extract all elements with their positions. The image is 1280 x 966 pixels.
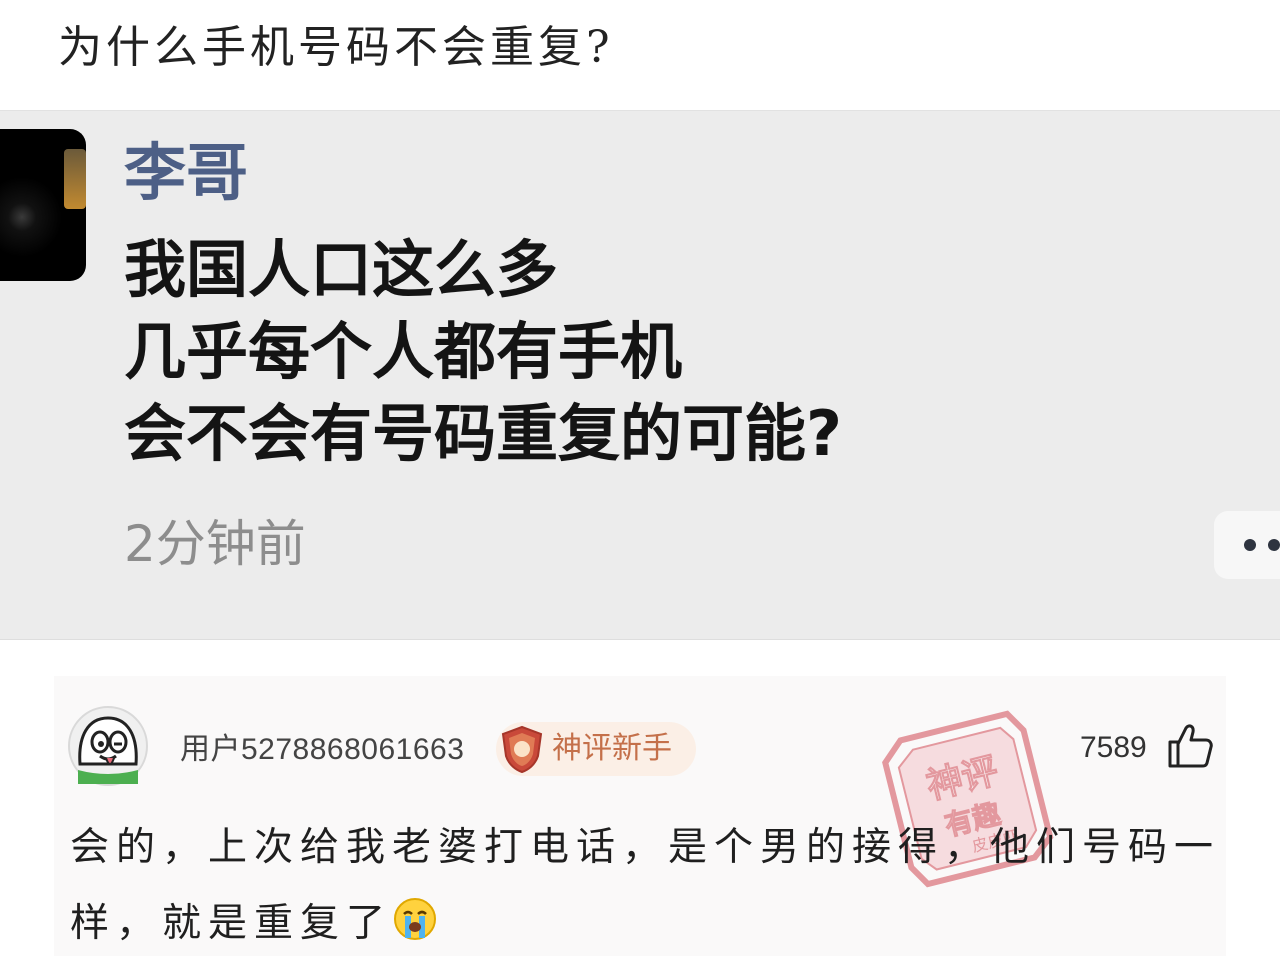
username-text: 用户5278868061663 (180, 733, 465, 766)
like-count: 7589 (1080, 731, 1147, 764)
crying-face-icon (394, 898, 437, 940)
post-line: 几乎每个人都有手机 (124, 315, 683, 388)
post-timestamp: 2分钟前 (124, 515, 306, 573)
post-screenshot-card: 李哥 我国人口这么多 几乎每个人都有手机 会不会有号码重复的可能? 2分钟前 (0, 110, 1280, 640)
avatar-glow (64, 149, 86, 209)
more-options-button[interactable] (1214, 511, 1280, 579)
comment-body: 会的，上次给我老婆打电话，是个男的接得，他们号码一样，就是重复了 (70, 810, 1220, 962)
more-dot-icon (1244, 539, 1256, 551)
comment-badge: 神评新手 (496, 722, 696, 776)
cartoon-face-icon (78, 716, 138, 784)
question-title: 为什么手机号码不会重复? (58, 22, 614, 73)
badge-label: 神评新手 (552, 731, 672, 766)
post-body: 我国人口这么多 几乎每个人都有手机 会不会有号码重复的可能? (124, 229, 842, 475)
commenter-avatar[interactable] (68, 706, 148, 786)
post-author-avatar[interactable] (0, 129, 86, 281)
post-line: 会不会有号码重复的可能? (124, 397, 842, 470)
thumbs-up-icon[interactable] (1164, 720, 1216, 772)
post-line: 我国人口这么多 (124, 233, 559, 306)
shield-badge-icon (501, 725, 543, 774)
post-author-name[interactable]: 李哥 (124, 133, 248, 213)
comment-text: 会的，上次给我老婆打电话，是个男的接得，他们号码一样，就是重复了 (70, 825, 1221, 946)
commenter-username[interactable]: 用户5278868061663 (180, 728, 464, 772)
more-dot-icon (1268, 539, 1280, 551)
